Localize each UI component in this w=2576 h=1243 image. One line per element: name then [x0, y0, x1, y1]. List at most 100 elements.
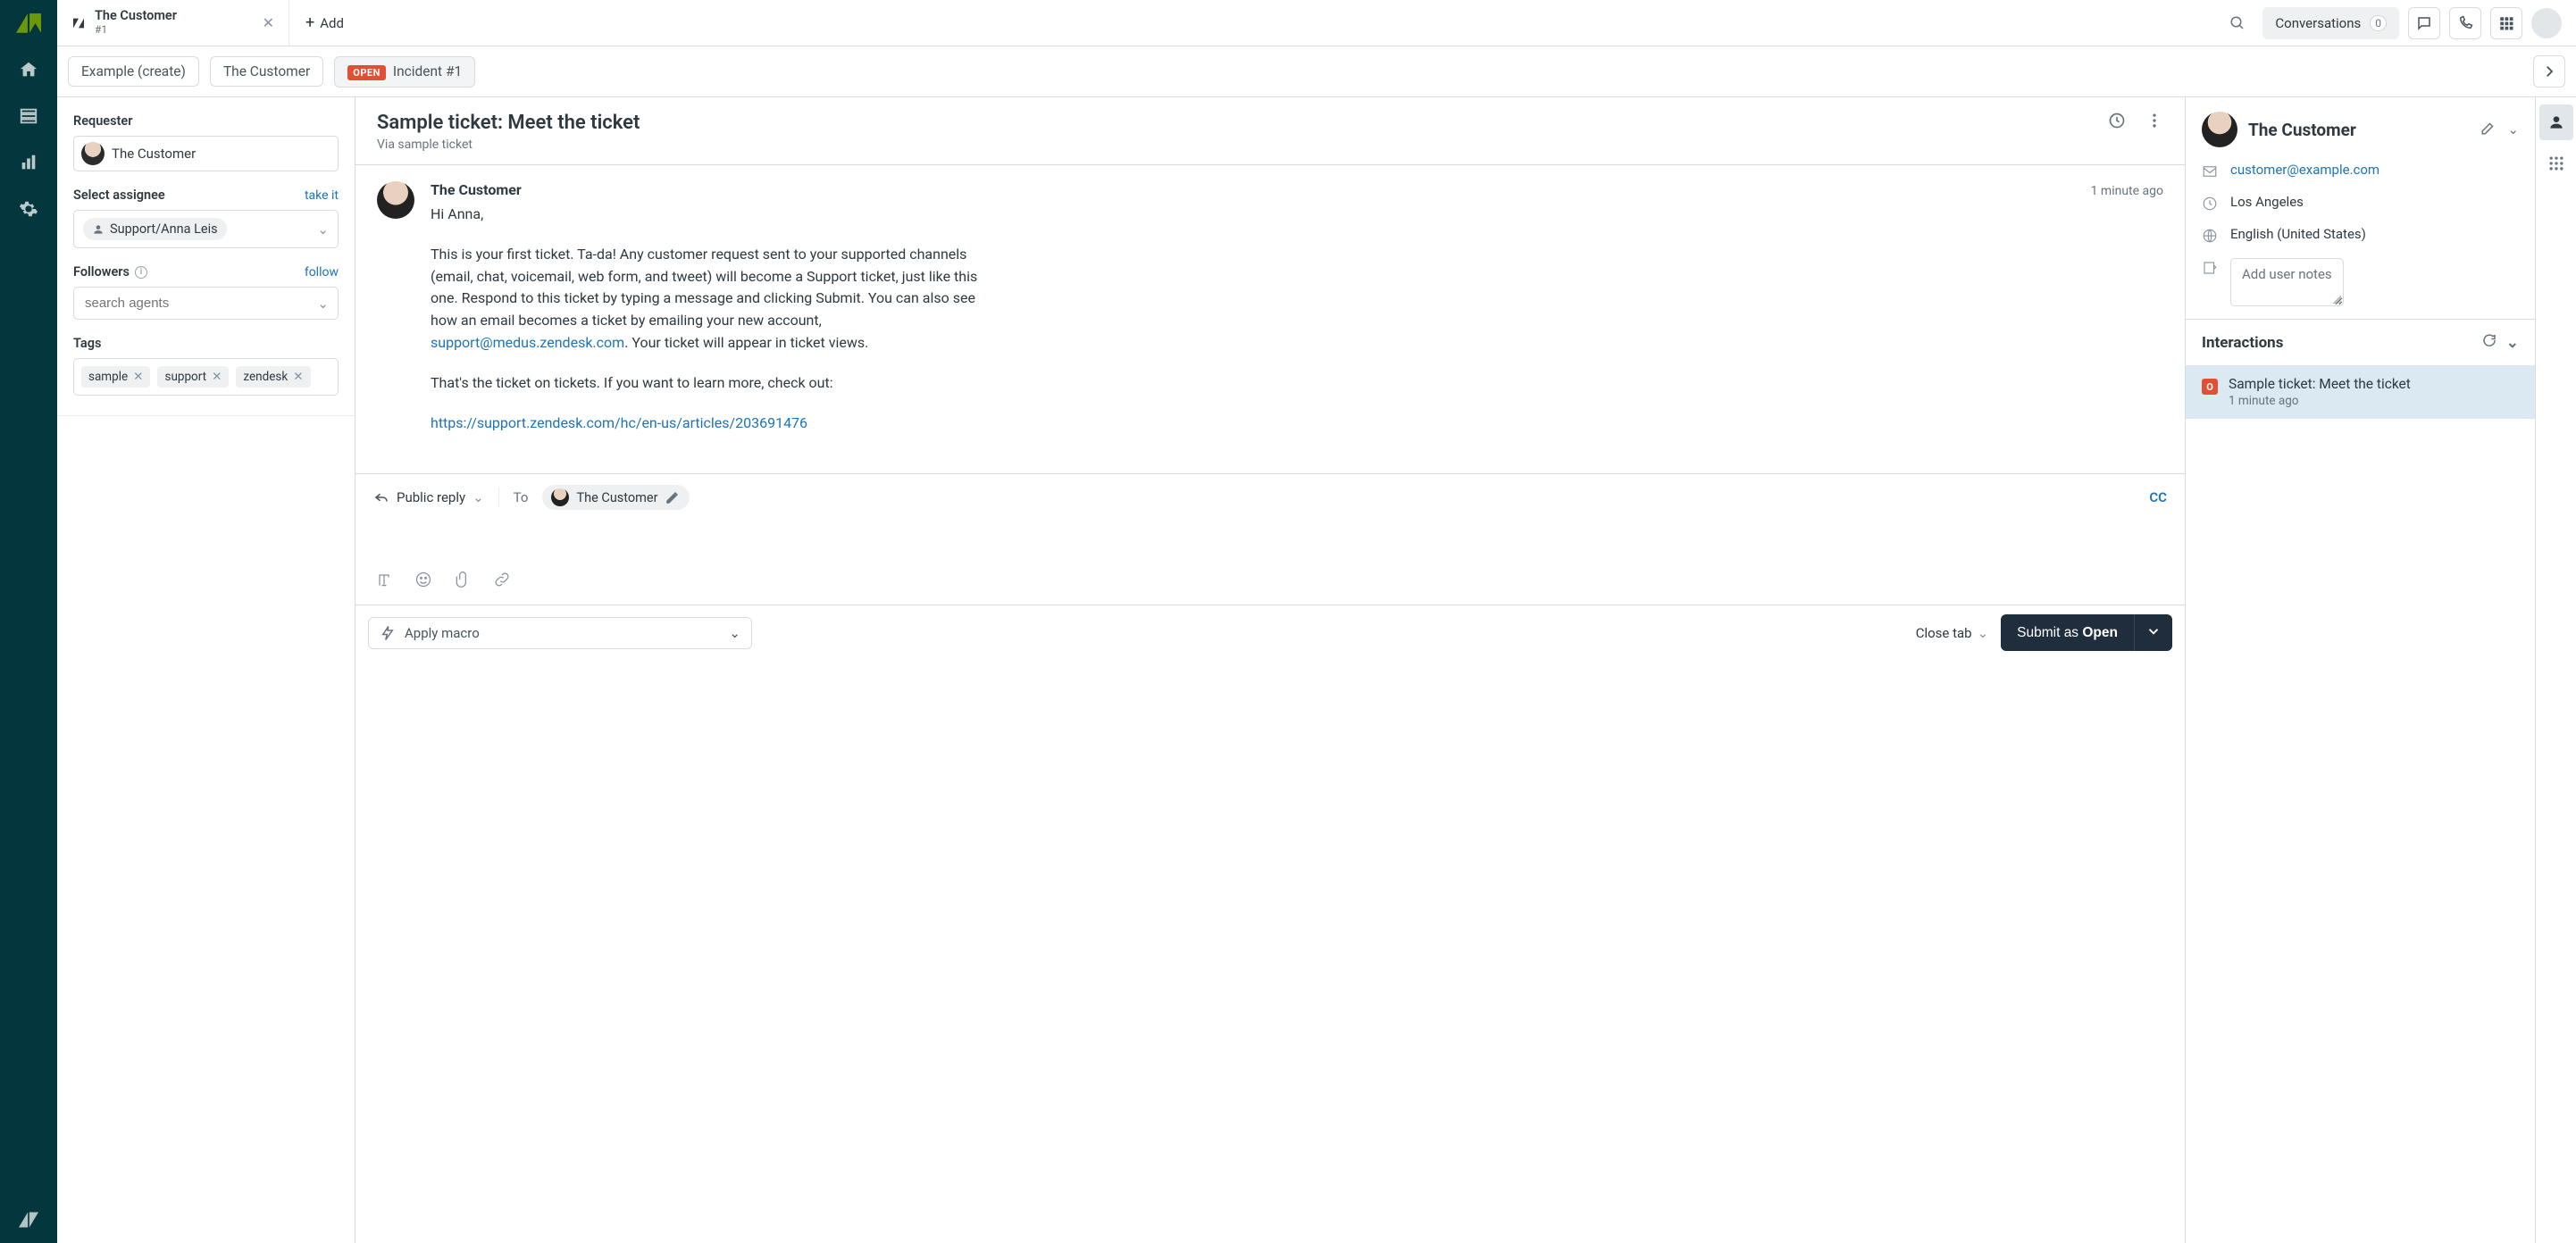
chevron-down-icon: ⌄	[317, 296, 329, 312]
ticket-title: Sample ticket: Meet the ticket	[377, 112, 2097, 134]
global-search-button[interactable]	[2221, 7, 2254, 39]
take-it-link[interactable]: take it	[305, 188, 339, 203]
text-format-icon[interactable]	[375, 571, 393, 592]
current-user-avatar[interactable]	[2531, 8, 2562, 38]
chat-button[interactable]	[2408, 7, 2440, 39]
tags-field[interactable]: sample✕ support✕ zendesk✕	[73, 358, 339, 396]
to-label: To	[514, 489, 529, 505]
separator	[498, 488, 499, 507]
conversations-count: 0	[2370, 15, 2387, 31]
customer-avatar	[2202, 112, 2237, 147]
submit-status: Open	[2082, 625, 2118, 640]
reply-recipient-chip[interactable]: The Customer	[542, 485, 690, 510]
ticket-tab[interactable]: The Customer #1 ✕	[57, 0, 289, 46]
apps-grid-button[interactable]	[2490, 7, 2522, 39]
conversation-panel: Sample ticket: Meet the ticket Via sampl…	[355, 97, 2185, 1243]
requester-field[interactable]: The Customer	[73, 136, 339, 171]
support-email-link[interactable]: support@medus.zendesk.com	[431, 334, 624, 351]
pencil-icon	[665, 489, 681, 505]
close-tab-icon[interactable]: ✕	[263, 14, 274, 31]
assignee-value: Support/Anna Leis	[110, 221, 218, 237]
message-avatar	[377, 181, 414, 219]
help-article-link[interactable]: https://support.zendesk.com/hc/en-us/art…	[431, 414, 807, 431]
apps-context-tab[interactable]	[2539, 146, 2573, 181]
tag-remove-icon[interactable]: ✕	[212, 370, 222, 384]
chevron-down-icon: ⌄	[1978, 625, 1989, 641]
apply-macro-select[interactable]: Apply macro ⌄	[368, 617, 752, 649]
tab-subtitle: #1	[95, 24, 177, 37]
interaction-title: Sample ticket: Meet the ticket	[2229, 376, 2411, 392]
message-author: The Customer	[431, 181, 522, 198]
user-context-tab[interactable]	[2539, 104, 2573, 140]
top-tab-bar: The Customer #1 ✕ + Add Conversations 0	[57, 0, 2576, 46]
zendesk-logo-icon[interactable]	[16, 11, 41, 36]
person-icon	[92, 223, 105, 236]
tag-remove-icon[interactable]: ✕	[293, 370, 303, 384]
chevron-down-icon: ⌄	[729, 625, 740, 641]
reporting-icon[interactable]	[16, 150, 41, 175]
attachment-icon[interactable]	[454, 571, 472, 592]
followers-search-input[interactable]	[83, 295, 317, 312]
requester-name: The Customer	[112, 146, 196, 162]
breadcrumb-org[interactable]: Example (create)	[68, 56, 199, 87]
refresh-icon[interactable]	[2481, 332, 2497, 353]
follow-link[interactable]: follow	[305, 265, 339, 279]
reply-type-selector[interactable]: Public reply ⌄	[373, 489, 484, 505]
tag-remove-icon[interactable]: ✕	[133, 370, 143, 384]
apply-macro-label: Apply macro	[405, 625, 480, 641]
customer-name: The Customer	[2248, 120, 2470, 140]
admin-gear-icon[interactable]	[16, 196, 41, 221]
assignee-select[interactable]: Support/Anna Leis ⌄	[73, 210, 339, 248]
tab-title: The Customer	[95, 9, 177, 24]
tag-chip[interactable]: zendesk✕	[236, 366, 310, 388]
submit-button[interactable]: Submit as Open	[2001, 614, 2134, 651]
submit-group: Submit as Open	[2001, 614, 2172, 651]
cc-button[interactable]: CC	[2149, 489, 2167, 505]
message-time: 1 minute ago	[2091, 184, 2163, 198]
open-status-icon: O	[2202, 379, 2218, 395]
interactions-header: Interactions ⌄	[2186, 319, 2535, 365]
customer-email[interactable]: customer@example.com	[2230, 162, 2379, 178]
followers-search[interactable]: ⌄	[73, 287, 339, 320]
breadcrumb-ticket[interactable]: OPENIncident #1	[334, 56, 475, 88]
requester-avatar	[81, 142, 105, 165]
link-icon[interactable]	[493, 571, 511, 592]
panel-divider	[57, 415, 355, 416]
zendesk-products-icon[interactable]	[16, 1207, 41, 1232]
collapse-customer-icon[interactable]: ⌄	[2507, 121, 2519, 138]
recipient-avatar	[551, 488, 569, 506]
recipient-name: The Customer	[576, 490, 657, 505]
submit-prefix: Submit as	[2017, 625, 2082, 640]
conversations-label: Conversations	[2275, 15, 2361, 31]
tag-chip[interactable]: support✕	[157, 366, 229, 388]
breadcrumb-user[interactable]: The Customer	[210, 56, 323, 87]
lightning-icon	[380, 625, 396, 641]
assignee-chip: Support/Anna Leis	[83, 218, 227, 240]
home-icon[interactable]	[16, 57, 41, 82]
views-icon[interactable]	[16, 104, 41, 129]
reply-composer: Public reply ⌄ To The Customer CC	[355, 473, 2185, 605]
chevron-down-icon: ⌄	[473, 489, 484, 505]
interaction-item[interactable]: O Sample ticket: Meet the ticket 1 minut…	[2186, 365, 2535, 419]
add-tab-button[interactable]: + Add	[289, 0, 360, 46]
ticket-icon	[71, 16, 86, 30]
close-tab-button[interactable]: Close tab ⌄	[1916, 625, 1988, 641]
context-rail	[2535, 97, 2576, 1243]
ticket-properties-panel: Requester The Customer Select assignee t…	[57, 97, 355, 1243]
edit-customer-icon[interactable]	[2480, 120, 2497, 139]
reply-icon	[373, 489, 389, 505]
tag-chip[interactable]: sample✕	[81, 366, 150, 388]
user-notes-input[interactable]: Add user notes	[2230, 258, 2344, 306]
customer-context-panel: The Customer ⌄ customer@example.com Los …	[2185, 97, 2535, 1243]
talk-button[interactable]	[2449, 7, 2481, 39]
ticket-events-icon[interactable]	[2108, 112, 2126, 133]
conversations-button[interactable]: Conversations 0	[2262, 7, 2399, 39]
emoji-icon[interactable]	[414, 571, 432, 592]
interactions-label: Interactions	[2202, 334, 2283, 352]
next-ticket-button[interactable]	[2533, 55, 2565, 88]
collapse-interactions-icon[interactable]: ⌄	[2506, 334, 2519, 352]
info-icon[interactable]: i	[135, 266, 147, 279]
ticket-more-icon[interactable]	[2145, 112, 2163, 133]
assignee-label: Select assignee	[73, 188, 165, 203]
submit-status-dropdown[interactable]	[2134, 614, 2172, 651]
